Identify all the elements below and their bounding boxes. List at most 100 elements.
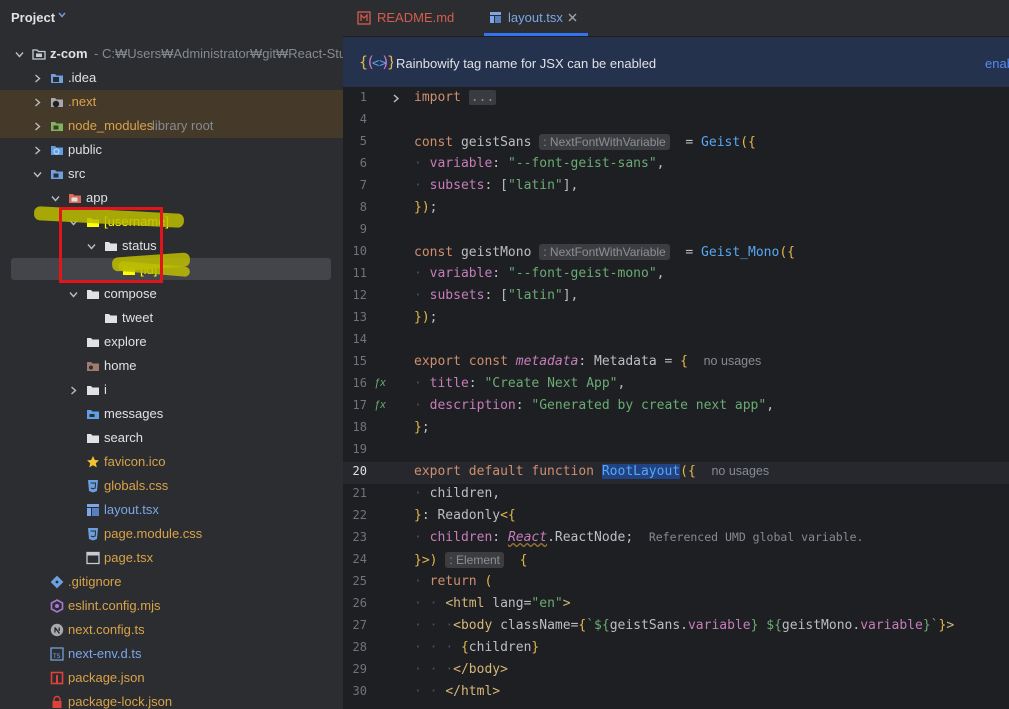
code-line: 24 }>) : Element { [343, 550, 1009, 572]
tree-item[interactable]: package.json [0, 666, 343, 690]
tree-item-label: package-lock.json [68, 694, 173, 709]
chevron-down-icon[interactable] [33, 170, 42, 179]
project-header[interactable]: Project [0, 0, 343, 36]
project-panel: Project z-com - C:₩Users₩Administrator₩gi… [0, 0, 343, 709]
npm-icon [50, 671, 64, 685]
tree-item[interactable]: public [0, 138, 343, 162]
code-line: 6 · variable: "--font-geist-sans", [343, 154, 1009, 176]
tree-item[interactable]: node_modules library root [0, 114, 343, 138]
tree-item-label: home [104, 358, 137, 373]
code-line: 5 const geistSans : NextFontWithVariable… [343, 132, 1009, 154]
line-number: 5 [359, 134, 367, 148]
line-number: 25 [352, 574, 367, 588]
line-number: 21 [352, 486, 367, 500]
folder-idea-icon [50, 71, 64, 85]
function-gutter-icon[interactable]: ƒx [374, 377, 386, 389]
close-icon[interactable] [568, 13, 577, 22]
tree-item[interactable]: home [0, 354, 343, 378]
fold-chevron-icon[interactable] [391, 94, 400, 103]
line-number: 13 [352, 310, 367, 324]
banner-enable-link[interactable]: enab [985, 56, 1009, 71]
tree-item[interactable]: compose [0, 282, 343, 306]
tree-item[interactable]: .next [0, 90, 343, 114]
chevron-right-icon[interactable] [33, 98, 42, 107]
chevron-right-icon[interactable] [33, 74, 42, 83]
tree-item-label: compose [104, 286, 157, 301]
chevron-down-icon[interactable] [58, 11, 66, 19]
banner-message: Rainbowify tag name for JSX can be enabl… [396, 56, 657, 71]
tree-item[interactable]: next.config.ts [0, 618, 343, 642]
code-line: 1 import ... [343, 88, 1009, 110]
tree-item[interactable]: src [0, 162, 343, 186]
usages-hint[interactable]: no usages [711, 464, 769, 478]
type-hint: : NextFontWithVariable [539, 244, 670, 260]
tab-layout[interactable]: layout.tsx [484, 0, 588, 36]
tree-item[interactable]: z-com - C:₩Users₩Administrator₩git₩React-… [0, 42, 343, 66]
tree-item[interactable]: package-lock.json [0, 690, 343, 709]
tree-item[interactable]: search [0, 426, 343, 450]
code-line: 23 · children: React.ReactNode; Referenc… [343, 528, 1009, 550]
line-number: 16 [352, 376, 367, 390]
tab-layout-label: layout.tsx [508, 10, 563, 25]
chevron-down-icon[interactable] [15, 50, 24, 59]
tree-item[interactable]: .gitignore [0, 570, 343, 594]
code-line: 8 }); [343, 198, 1009, 220]
tree-item-label: .next [68, 94, 97, 109]
tree-item[interactable]: tweet [0, 306, 343, 330]
line-number: 1 [359, 90, 367, 104]
tree-item[interactable]: explore [0, 330, 343, 354]
module-folder-icon [32, 47, 46, 61]
layout-file-icon [86, 503, 100, 517]
chevron-down-icon[interactable] [51, 194, 60, 203]
tree-item[interactable]: .idea [0, 66, 343, 90]
tree-item-label: favicon.ico [104, 454, 166, 469]
tree-item-hint: library root [152, 118, 214, 133]
code-line: 27 · · ·<body className={`${geistSans.va… [343, 616, 1009, 638]
markdown-icon [357, 11, 371, 25]
chevron-right-icon[interactable] [69, 386, 78, 395]
ts-file-icon: TS [50, 647, 64, 661]
tab-bar: README.md layout.tsx [343, 0, 1009, 37]
svg-text:}: } [387, 53, 393, 71]
line-number: 20 [352, 464, 367, 478]
tree-item[interactable]: layout.tsx [0, 498, 343, 522]
line-number: 14 [352, 332, 367, 346]
css-file-icon [86, 527, 100, 541]
line-number: 4 [359, 112, 367, 126]
code-line: 7 · subsets: ["latin"], [343, 176, 1009, 198]
tree-item[interactable]: eslint.config.mjs [0, 594, 343, 618]
css-file-icon [86, 479, 100, 493]
folder-icon [86, 431, 100, 445]
project-title[interactable]: Project [11, 10, 55, 25]
function-gutter-icon[interactable]: ƒx [374, 399, 386, 411]
tree-item[interactable]: favicon.ico [0, 450, 343, 474]
tree-item-label: explore [104, 334, 147, 349]
folder-messages-icon [86, 407, 100, 421]
star-icon [86, 455, 100, 469]
tree-item-label: z-com [50, 46, 88, 61]
tree-item[interactable]: page.module.css [0, 522, 343, 546]
active-tab-indicator [484, 33, 588, 36]
chevron-right-icon[interactable] [33, 122, 42, 131]
code-line: 25 · return ( [343, 572, 1009, 594]
layout-file-icon [490, 12, 501, 23]
tree-item[interactable]: TS next-env.d.ts [0, 642, 343, 666]
tree-item-label: app [86, 190, 108, 205]
line-number: 29 [352, 662, 367, 676]
tree-item[interactable]: globals.css [0, 474, 343, 498]
folder-icon [86, 335, 100, 349]
tree-item[interactable]: page.tsx [0, 546, 343, 570]
chevron-right-icon[interactable] [33, 146, 42, 155]
folder-app-icon [68, 191, 82, 205]
line-number: 7 [359, 178, 367, 192]
chevron-down-icon[interactable] [69, 290, 78, 299]
umd-warning: Referenced UMD global variable. [648, 530, 864, 544]
code-line-current: 20 export default function RootLayout({ … [343, 462, 1009, 484]
line-number: 15 [352, 354, 367, 368]
code-line: 22 }: Readonly<{ [343, 506, 1009, 528]
tree-item[interactable]: messages [0, 402, 343, 426]
usages-hint[interactable]: no usages [704, 354, 762, 368]
tab-readme[interactable]: README.md [353, 0, 473, 36]
tree-item[interactable]: i [0, 378, 343, 402]
folder-icon [104, 311, 118, 325]
